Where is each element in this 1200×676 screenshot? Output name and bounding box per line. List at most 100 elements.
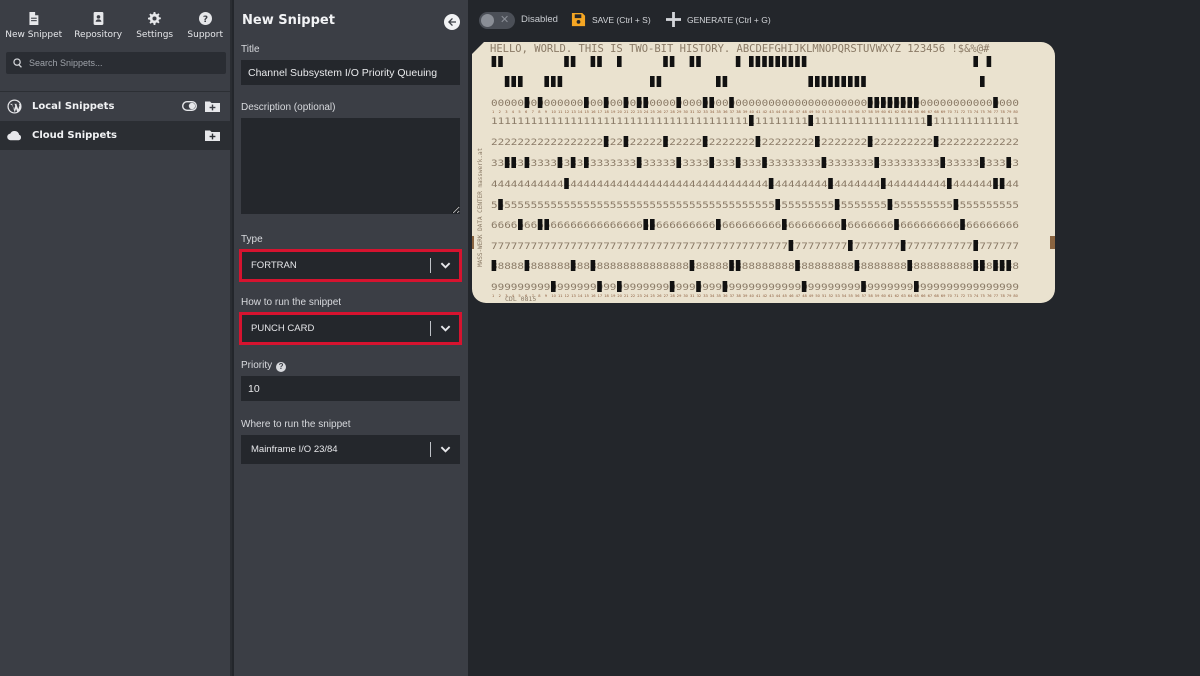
card-punch-hole bbox=[874, 157, 879, 168]
toggle-view-icon[interactable] bbox=[182, 101, 197, 111]
card-column-number: 69 bbox=[941, 110, 946, 114]
card-column-number: 1 bbox=[492, 294, 494, 298]
title-input[interactable] bbox=[241, 60, 460, 85]
generate-label: GENERATE (Ctrl + G) bbox=[687, 14, 771, 25]
nav-new-snippet[interactable]: New Snippet bbox=[0, 12, 67, 48]
nav-new-snippet-label: New Snippet bbox=[5, 30, 63, 40]
card-edge-mark bbox=[472, 236, 474, 249]
panel-title: New Snippet bbox=[242, 13, 335, 28]
card-punch-hole bbox=[1006, 157, 1011, 168]
card-column-number: 59 bbox=[875, 110, 880, 114]
card-column-number: 30 bbox=[683, 294, 688, 298]
card-punch-hole bbox=[953, 199, 959, 210]
card-column-number: 3 bbox=[505, 110, 507, 114]
card-column-number: 70 bbox=[947, 294, 952, 298]
card-column-number: 68 bbox=[934, 294, 939, 298]
card-punch-hole bbox=[755, 56, 761, 67]
card-column-number: 76 bbox=[987, 294, 992, 298]
card-column-number: 53 bbox=[835, 294, 840, 298]
card-punch-hole bbox=[702, 97, 708, 108]
card-column-number: 75 bbox=[980, 110, 985, 114]
priority-input[interactable] bbox=[241, 376, 460, 401]
local-snippets-section[interactable]: Local Snippets bbox=[0, 92, 230, 121]
card-column-number: 45 bbox=[782, 294, 787, 298]
card-punch-hole bbox=[564, 56, 569, 67]
card-punch-hole bbox=[815, 136, 820, 147]
card-column-number: 51 bbox=[822, 110, 827, 114]
card-side-text: MASS-WERK DATA CENTER masswerk.at bbox=[477, 147, 484, 267]
card-column-number: 77 bbox=[994, 110, 999, 114]
chevron-down-icon bbox=[440, 446, 451, 453]
card-column-number: 31 bbox=[690, 294, 695, 298]
generate-button[interactable]: GENERATE (Ctrl + G) bbox=[666, 12, 771, 27]
card-punch-hole bbox=[696, 281, 701, 292]
description-label: Description (optional) bbox=[241, 102, 336, 113]
description-textarea[interactable] bbox=[241, 118, 460, 214]
card-column-number: 74 bbox=[974, 294, 979, 298]
card-column-number: 60 bbox=[881, 110, 886, 114]
card-column-number: 33 bbox=[703, 294, 708, 298]
card-column-number: 38 bbox=[736, 110, 741, 114]
card-column-number: 8 bbox=[538, 110, 541, 114]
card-column-number: 62 bbox=[895, 294, 900, 298]
save-button[interactable]: SAVE (Ctrl + S) bbox=[571, 12, 651, 27]
card-column-number: 34 bbox=[710, 294, 715, 298]
nav-support-label: Support bbox=[187, 30, 223, 40]
card-punch-hole bbox=[821, 157, 827, 168]
card-punch-hole bbox=[557, 157, 563, 168]
card-punch-hole bbox=[762, 157, 767, 168]
card-column-number: 15 bbox=[584, 294, 589, 298]
card-punch-hole bbox=[636, 97, 642, 108]
card-punch-hole bbox=[834, 76, 840, 87]
card-punch-hole bbox=[874, 97, 879, 108]
card-punch-hole bbox=[788, 56, 794, 67]
toggle-label: Disabled bbox=[521, 14, 558, 25]
run-method-select[interactable]: PUNCH CARD bbox=[239, 312, 462, 345]
card-punch-hole bbox=[914, 281, 919, 292]
where-select[interactable]: Mainframe I/O 23/84 bbox=[241, 435, 460, 464]
card-punch-hole bbox=[834, 199, 840, 210]
card-column-number: 42 bbox=[763, 110, 768, 114]
card-column-number: 35 bbox=[716, 294, 721, 298]
card-punch-hole bbox=[986, 56, 992, 67]
card-digit-row: 5555555555555555555555555555555555555555… bbox=[491, 201, 1019, 211]
back-button[interactable] bbox=[444, 14, 460, 30]
nav-settings[interactable]: Settings bbox=[129, 12, 181, 48]
card-column-number: 15 bbox=[584, 110, 589, 114]
card-punch-hole bbox=[676, 97, 681, 108]
card-column-number: 27 bbox=[664, 110, 669, 114]
card-column-number: 58 bbox=[868, 294, 873, 298]
card-punch-hole bbox=[689, 56, 695, 67]
search-icon bbox=[13, 58, 22, 68]
card-punch-hole bbox=[551, 281, 556, 292]
search-input[interactable] bbox=[29, 58, 219, 68]
card-column-number: 32 bbox=[697, 294, 702, 298]
card-punch-hole bbox=[716, 76, 721, 87]
card-punch-hole bbox=[854, 260, 860, 271]
card-punch-hole bbox=[702, 136, 708, 147]
card-column-number: 79 bbox=[1007, 110, 1012, 114]
card-column-number: 45 bbox=[782, 110, 787, 114]
card-column-number: 21 bbox=[624, 294, 629, 298]
add-folder-icon[interactable] bbox=[205, 100, 220, 112]
card-column-number: 35 bbox=[716, 110, 721, 114]
card-column-number: 17 bbox=[598, 110, 603, 114]
nav-support[interactable]: ? Support bbox=[180, 12, 230, 48]
cloud-snippets-section[interactable]: Cloud Snippets bbox=[0, 121, 230, 150]
punch-card: 0000000000000000000000000000000000000000… bbox=[472, 42, 1055, 303]
card-punch-hole bbox=[709, 157, 714, 168]
card-punch-hole bbox=[524, 157, 530, 168]
card-punch-hole bbox=[841, 76, 846, 87]
search-box bbox=[6, 52, 226, 74]
card-column-number: 64 bbox=[908, 110, 913, 114]
active-toggle[interactable]: ✕ bbox=[479, 12, 515, 29]
nav-repository[interactable]: Repository bbox=[67, 12, 128, 48]
card-punch-hole bbox=[650, 76, 655, 87]
card-column-number: 58 bbox=[868, 110, 873, 114]
card-column-number: 38 bbox=[736, 294, 741, 298]
card-column-number: 28 bbox=[670, 110, 675, 114]
type-select[interactable]: FORTRAN bbox=[239, 249, 462, 282]
add-folder-icon[interactable] bbox=[205, 129, 220, 141]
card-punch-hole bbox=[729, 97, 734, 108]
help-icon[interactable]: ? bbox=[276, 362, 287, 372]
